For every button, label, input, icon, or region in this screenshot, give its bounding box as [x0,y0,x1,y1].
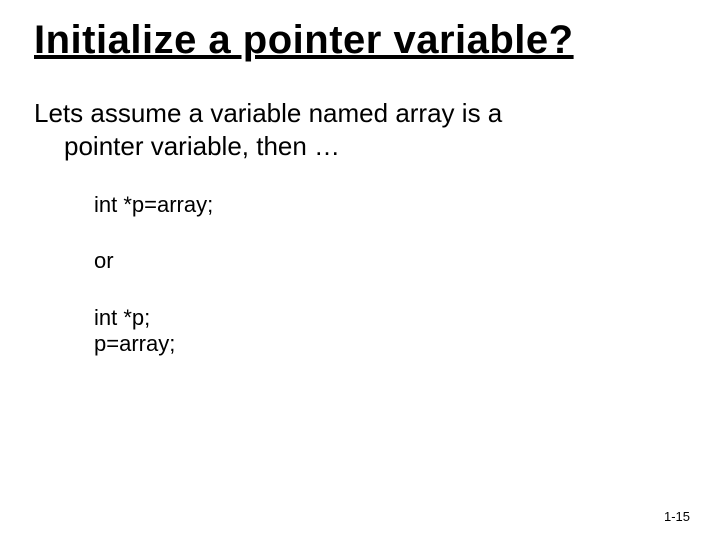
intro-paragraph: Lets assume a variable named array is a … [34,97,686,162]
code-line: int *p=array; [94,192,213,217]
code-block-2: int *p; p=array; [94,305,686,358]
slide: Initialize a pointer variable? Lets assu… [0,0,720,540]
slide-title: Initialize a pointer variable? [34,18,686,63]
code-line: p=array; [94,331,686,357]
intro-line1-pre: Lets assume a variable named [34,98,395,128]
code-block-1: int *p=array; [94,192,686,218]
or-text: or [94,248,114,273]
page-number: 1-15 [664,509,690,524]
intro-line1-var: array [395,98,454,128]
intro-line2: pointer variable, then … [34,130,686,163]
intro-line1-post: is a [455,98,503,128]
or-separator: or [94,248,686,274]
code-line: int *p; [94,305,686,331]
